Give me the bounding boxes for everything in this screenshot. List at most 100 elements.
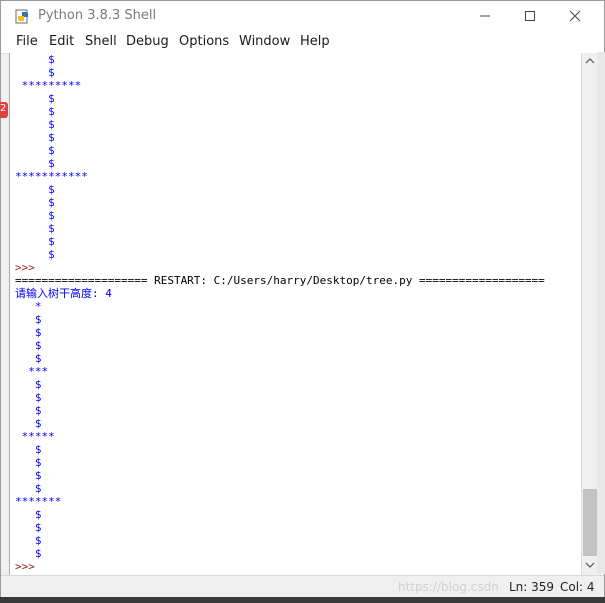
menu-help[interactable]: Help — [300, 34, 330, 49]
shell-line: $ — [15, 157, 545, 170]
shell-line: $ — [15, 391, 545, 404]
shell-line: $ — [15, 521, 545, 534]
shell-output-text: * — [15, 300, 42, 313]
menu-file[interactable]: File — [16, 34, 38, 49]
shell-output-text: ***** — [15, 430, 55, 443]
shell-output-text: *********** — [15, 170, 88, 183]
title-bar[interactable]: Python 3.8.3 Shell — [1, 1, 604, 31]
shell-output-text: $ — [15, 378, 42, 391]
window-title: Python 3.8.3 Shell — [38, 8, 157, 23]
menu-debug[interactable]: Debug — [126, 34, 169, 49]
shell-output-text: $ — [15, 66, 55, 79]
shell-line: $ — [15, 196, 545, 209]
minimize-icon — [480, 15, 490, 17]
menu-shell[interactable]: Shell — [85, 34, 117, 49]
shell-output-text: $ — [15, 118, 55, 131]
close-icon — [569, 10, 581, 22]
shell-output-text: $ — [15, 222, 55, 235]
maximize-icon — [525, 11, 535, 21]
shell-output-text: $ — [15, 157, 55, 170]
shell-output-text: $ — [15, 482, 42, 495]
shell-prompt: >>> — [15, 560, 42, 573]
shell-line: $ — [15, 53, 545, 66]
idle-shell-window: Python 3.8.3 Shell File Edit Shell Debug… — [0, 0, 605, 603]
scroll-up-icon[interactable] — [585, 57, 595, 65]
shell-line: * — [15, 300, 545, 313]
shell-line: *********** — [15, 170, 545, 183]
shell-output-text: 请输入树干高度: 4 — [15, 287, 112, 300]
shell-line: >>> — [15, 560, 545, 573]
shell-output-text: $ — [15, 53, 55, 66]
shell-output-text: $ — [15, 417, 42, 430]
close-button[interactable] — [552, 1, 598, 31]
maximize-button[interactable] — [507, 1, 553, 31]
shell-output-text: $ — [15, 547, 42, 560]
scroll-down-icon[interactable] — [585, 561, 595, 569]
menu-edit[interactable]: Edit — [49, 34, 74, 49]
shell-line: *** — [15, 365, 545, 378]
shell-line: $ — [15, 66, 545, 79]
shell-output-text: $ — [15, 404, 42, 417]
shell-line: >>> — [15, 261, 545, 274]
shell-line: $ — [15, 404, 545, 417]
column-number-indicator: Col: 4 — [560, 580, 595, 594]
shell-output-text: $ — [15, 235, 55, 248]
shell-output-text: $ — [15, 508, 42, 521]
shell-line: $ — [15, 352, 545, 365]
shell-output-text: ******* — [15, 495, 62, 508]
shell-output-text: *** — [15, 365, 49, 378]
shell-text-area[interactable]: $ $ ********* $ $ $ $ $ $ *********** $ $… — [9, 53, 582, 575]
restart-banner: ==================== RESTART: C:/Users/h… — [15, 274, 545, 287]
shell-line: $ — [15, 339, 545, 352]
shell-output-text: $ — [15, 326, 42, 339]
shell-line: $ — [15, 482, 545, 495]
shell-output-text: $ — [15, 352, 42, 365]
shell-output-text: $ — [15, 313, 42, 326]
shell-line: $ — [15, 469, 545, 482]
shell-output-text: $ — [15, 196, 55, 209]
shell-line: 请输入树干高度: 4 — [15, 287, 545, 300]
shell-line: $ — [15, 313, 545, 326]
shell-output-text: $ — [15, 339, 42, 352]
shell-line: ==================== RESTART: C:/Users/h… — [15, 274, 545, 287]
shell-output-text: ********* — [15, 79, 82, 92]
shell-line: $ — [15, 209, 545, 222]
shell-line: ******* — [15, 495, 545, 508]
menu-options[interactable]: Options — [179, 34, 229, 49]
shell-line: $ — [15, 248, 545, 261]
shell-output-text: $ — [15, 209, 55, 222]
taskbar-strip — [0, 597, 605, 603]
shell-line: $ — [15, 92, 545, 105]
shell-line: $ — [15, 235, 545, 248]
shell-output: $ $ ********* $ $ $ $ $ $ *********** $ $… — [15, 53, 545, 573]
shell-line: $ — [15, 183, 545, 196]
scrollbar-thumb[interactable] — [583, 489, 598, 556]
notification-badge-count: 2 — [0, 103, 7, 114]
shell-output-text: $ — [15, 469, 42, 482]
shell-line: $ — [15, 222, 545, 235]
shell-output-text: $ — [15, 521, 42, 534]
shell-output-text: $ — [15, 534, 42, 547]
shell-output-text: $ — [15, 183, 55, 196]
shell-line: $ — [15, 131, 545, 144]
shell-line: $ — [15, 144, 545, 157]
menu-window[interactable]: Window — [239, 34, 290, 49]
shell-line: $ — [15, 326, 545, 339]
minimize-button[interactable] — [462, 1, 508, 31]
shell-line: $ — [15, 534, 545, 547]
shell-output-text: $ — [15, 105, 55, 118]
shell-line: $ — [15, 417, 545, 430]
shell-line: $ — [15, 443, 545, 456]
watermark-text: https://blog.csdn — [398, 580, 499, 594]
shell-line: $ — [15, 508, 545, 521]
python-idle-icon — [15, 9, 28, 24]
shell-output-text: $ — [15, 92, 55, 105]
shell-line: $ — [15, 118, 545, 131]
line-number-indicator: Ln: 359 — [509, 580, 555, 594]
shell-line: $ — [15, 456, 545, 469]
shell-line: $ — [15, 105, 545, 118]
shell-line: ***** — [15, 430, 545, 443]
shell-output-text: $ — [15, 391, 42, 404]
shell-line: ********* — [15, 79, 545, 92]
shell-output-text: $ — [15, 248, 55, 261]
